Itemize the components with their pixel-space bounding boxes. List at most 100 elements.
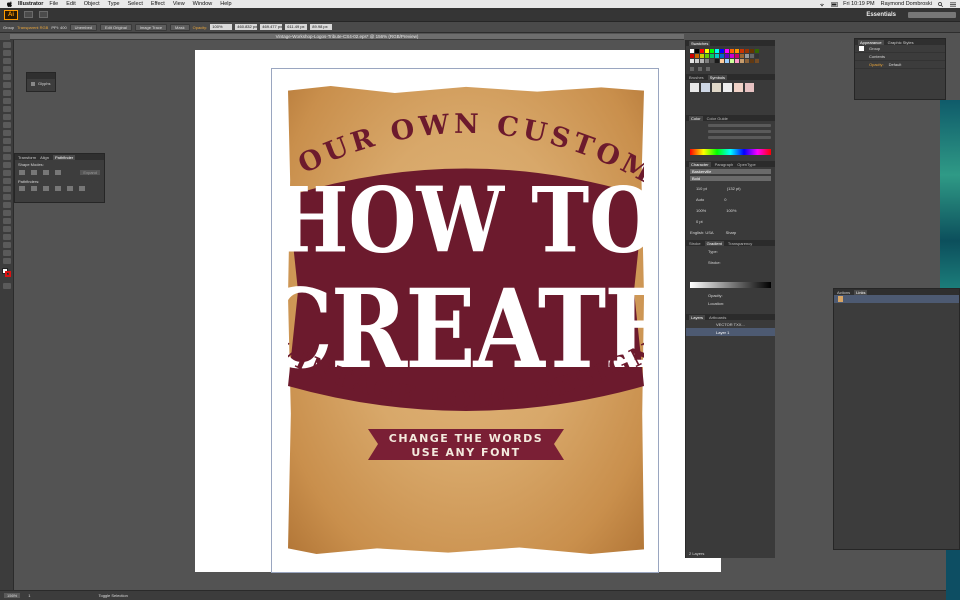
artboard-navigator[interactable]: 1 [28,593,30,598]
font-family-field[interactable]: Baskerville [690,169,771,174]
vertical-scale-field[interactable]: 100% [696,208,706,213]
swatch[interactable] [705,59,709,63]
scale-tool[interactable] [2,146,11,152]
menu-view[interactable]: View [173,1,185,7]
apple-icon[interactable] [5,1,13,7]
menu-select[interactable]: Select [128,1,143,7]
lasso-tool[interactable] [2,66,11,72]
y-field[interactable]: 469.477 px [260,24,283,30]
tab-artboards[interactable]: Artboards [709,315,726,320]
pencil-tool[interactable] [2,114,11,120]
menu-type[interactable]: Type [108,1,120,7]
swatch[interactable] [720,54,724,58]
help-search-input[interactable] [908,11,956,18]
swatch[interactable] [690,54,694,58]
zoom-tool[interactable] [2,258,11,264]
tab-color-guide[interactable]: Color Guide [707,116,728,121]
menu-help[interactable]: Help [220,1,231,7]
swatch[interactable] [750,54,754,58]
tab-symbols[interactable]: Symbols [707,74,728,80]
appearance-contents[interactable]: Contents [869,54,885,59]
tab-character[interactable]: Character [689,161,711,167]
expand-button[interactable]: Expand [80,170,100,175]
tab-graphic-styles[interactable]: Graphic Styles [888,40,914,45]
swatch[interactable] [705,54,709,58]
swatch-libraries-icon[interactable] [690,67,694,71]
symbol-4[interactable] [723,83,732,92]
user-name[interactable]: Raymond Dombroski [881,1,932,7]
tab-align[interactable]: Align [40,155,49,160]
swatch[interactable] [705,49,709,53]
swatch[interactable] [710,59,714,63]
rectangle-tool[interactable] [2,98,11,104]
ribbon-line-1[interactable]: CHANGE THE WORDS [389,432,543,445]
edit-original-button[interactable]: Edit Original [100,23,132,31]
font-style-field[interactable]: Bold [690,176,771,181]
swatch[interactable] [720,49,724,53]
menu-file[interactable]: File [49,1,58,7]
link-row[interactable] [834,295,959,303]
app-menu[interactable]: Illustrator [18,1,43,7]
delete-swatch-icon[interactable] [706,67,710,71]
document-tab[interactable]: Vintage-Workshop-Logos-Tribute-CS4-02.ep… [10,34,684,40]
arrange-documents-button[interactable] [39,11,48,18]
width-field[interactable]: 611.49 px [285,24,308,30]
type-tool[interactable] [2,82,11,88]
title-line-1[interactable]: HOW TO [288,167,644,273]
swatch[interactable] [750,49,754,53]
battery-icon[interactable] [831,2,839,7]
eyedropper-tool[interactable] [2,202,11,208]
rotate-tool[interactable] [2,138,11,144]
swatch[interactable] [735,49,739,53]
symbol-2[interactable] [701,83,710,92]
unembed-button[interactable]: Unembed [69,23,98,31]
symbol-6[interactable] [745,83,754,92]
anti-alias-select[interactable]: Sharp [726,230,737,235]
magic-wand-tool[interactable] [2,58,11,64]
minus-back-icon[interactable] [79,186,85,191]
leading-field[interactable]: (132 pt) [727,186,741,191]
tab-color[interactable]: Color [689,115,703,121]
swatch[interactable] [715,59,719,63]
blob-brush-tool[interactable] [2,122,11,128]
gradient-tool[interactable] [2,194,11,200]
swatch[interactable] [725,59,729,63]
stroke-swatch[interactable] [5,271,11,277]
color-slider-r[interactable] [708,124,771,127]
unite-icon[interactable] [19,170,25,175]
exclude-icon[interactable] [55,170,61,175]
pen-tool[interactable] [2,74,11,80]
symbol-sprayer-tool[interactable] [2,218,11,224]
swatch[interactable] [700,49,704,53]
tab-opentype[interactable]: OpenType [737,162,755,167]
swatch[interactable] [730,59,734,63]
menu-effect[interactable]: Effect [151,1,165,7]
tab-transform[interactable]: Transform [18,155,36,160]
swatch[interactable] [725,49,729,53]
hand-tool[interactable] [2,250,11,256]
swatch[interactable] [715,54,719,58]
direct-selection-tool[interactable] [2,50,11,56]
swatch[interactable] [690,59,694,63]
tab-gradient[interactable]: Gradient [704,240,724,246]
swatch[interactable] [700,54,704,58]
baseline-shift-field[interactable]: 0 pt [696,219,703,224]
appearance-opacity-label[interactable]: Opacity: [869,62,884,67]
swatch[interactable] [740,49,744,53]
tracking-field[interactable]: 0 [724,197,726,202]
menu-window[interactable]: Window [193,1,213,7]
minus-front-icon[interactable] [31,170,37,175]
color-spectrum[interactable] [690,149,771,155]
merge-icon[interactable] [43,186,49,191]
color-slider-g[interactable] [708,130,771,133]
screen-mode-button[interactable] [2,283,11,289]
trim-icon[interactable] [31,186,37,191]
symbol-1[interactable] [690,83,699,92]
swatch[interactable] [735,54,739,58]
swatch[interactable] [740,59,744,63]
tab-transparency[interactable]: Transparency [728,241,752,246]
swatch[interactable] [730,49,734,53]
swatch[interactable] [745,54,749,58]
menu-object[interactable]: Object [84,1,100,7]
swatch[interactable] [745,49,749,53]
